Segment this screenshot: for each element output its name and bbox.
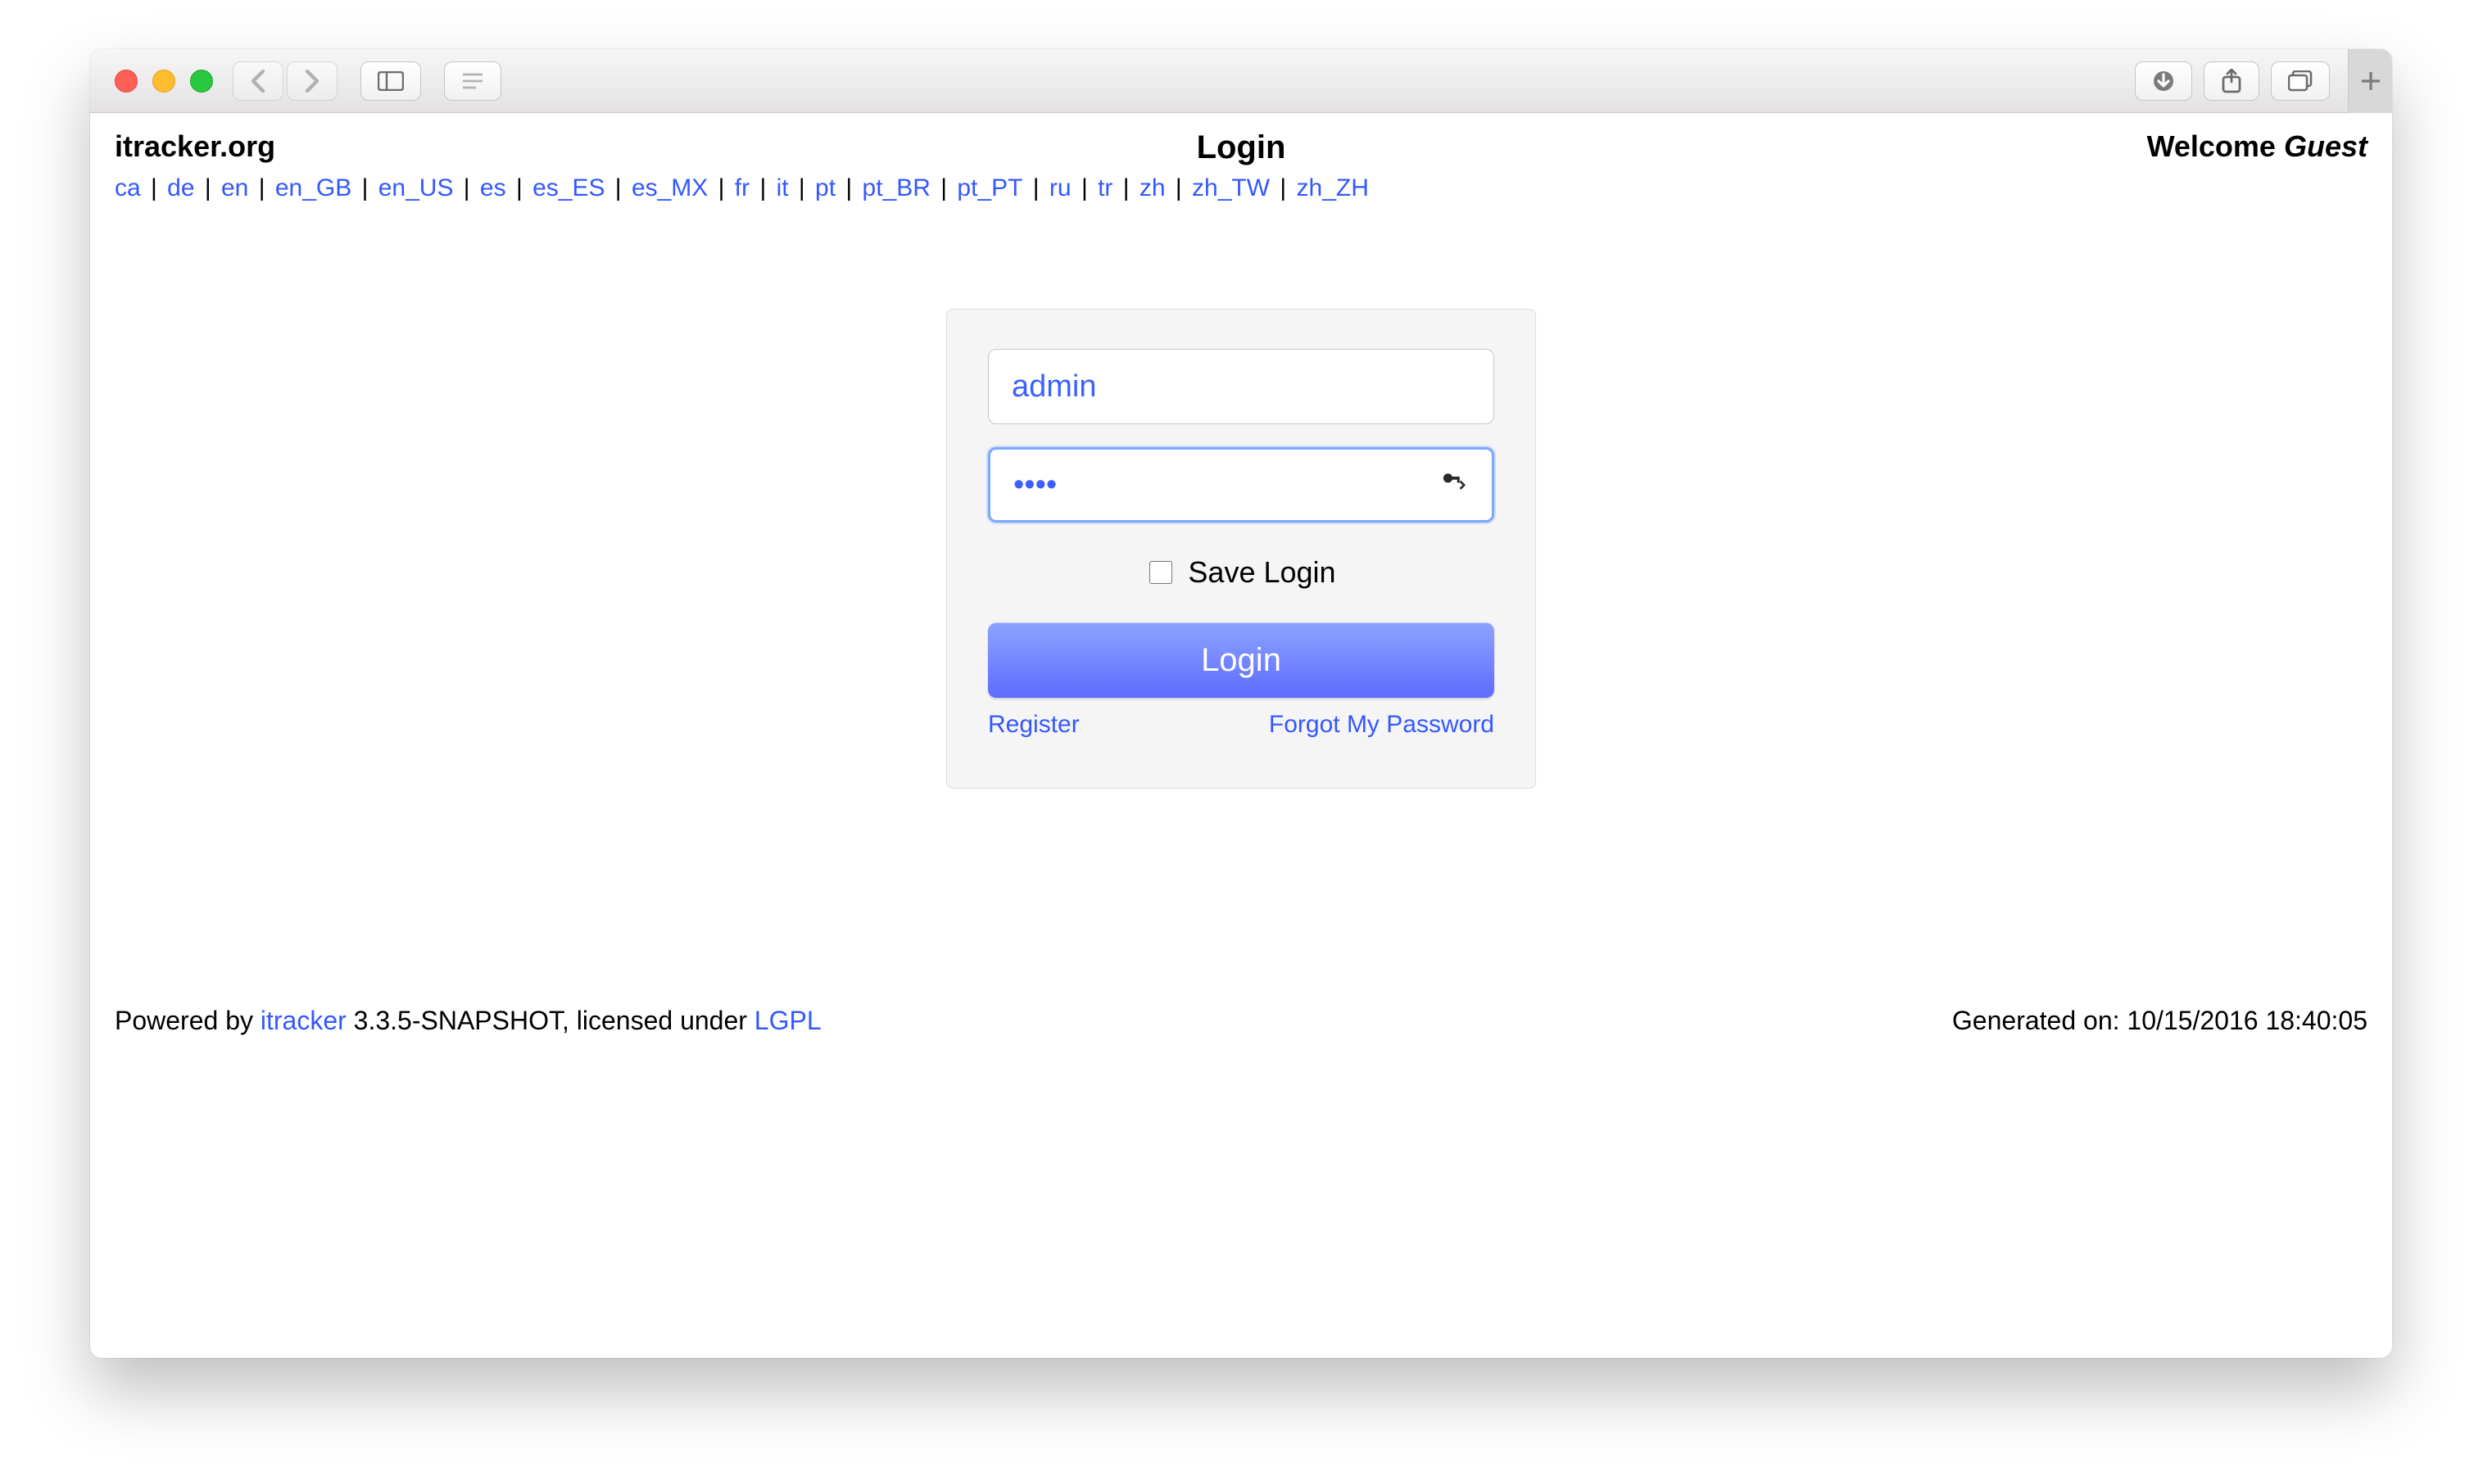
share-icon	[2221, 69, 2242, 93]
toolbar-right	[2135, 49, 2381, 113]
password-wrap	[988, 447, 1494, 523]
locale-link-es_ES[interactable]: es_ES	[532, 174, 605, 201]
password-key-icon[interactable]	[1442, 472, 1466, 499]
locale-link-it[interactable]: it	[777, 174, 789, 201]
forgot-password-link[interactable]: Forgot My Password	[1269, 711, 1494, 739]
header-row: itracker.org Login Welcome Guest	[115, 129, 2368, 166]
locale-sep: |	[1270, 174, 1296, 201]
locale-link-fr[interactable]: fr	[735, 174, 750, 201]
locale-sep: |	[931, 174, 957, 201]
page-title: Login	[606, 129, 1876, 166]
locale-sep: |	[1166, 174, 1192, 201]
window-controls	[102, 70, 221, 93]
sidebar-toggle-button[interactable]	[360, 61, 421, 101]
download-icon	[2152, 70, 2175, 93]
save-login-label[interactable]: Save Login	[1188, 555, 1335, 590]
locale-link-ca[interactable]: ca	[115, 174, 141, 201]
app-link[interactable]: itracker	[261, 1006, 347, 1035]
login-card: Save Login Login Register Forgot My Pass…	[946, 309, 1536, 789]
locale-link-pt[interactable]: pt	[815, 174, 836, 201]
page-content: itracker.org Login Welcome Guest ca | de…	[90, 113, 2392, 1358]
locale-sep: |	[1112, 174, 1139, 201]
locale-sep: |	[750, 174, 776, 201]
save-login-row: Save Login	[988, 555, 1494, 590]
locale-sep: |	[248, 174, 274, 201]
footer: Powered by itracker 3.3.5-SNAPSHOT, lice…	[115, 1006, 2368, 1036]
locale-sep: |	[351, 174, 378, 201]
license-link[interactable]: LGPL	[754, 1006, 822, 1035]
locale-link-en_US[interactable]: en_US	[378, 174, 454, 201]
login-links: Register Forgot My Password	[988, 711, 1494, 739]
version-text: 3.3.5-SNAPSHOT, licensed under	[347, 1006, 754, 1035]
locale-link-es[interactable]: es	[480, 174, 506, 201]
save-login-checkbox[interactable]	[1149, 561, 1172, 584]
locale-switcher: ca | de | en | en_GB | en_US | es | es_E…	[115, 174, 2368, 202]
register-link[interactable]: Register	[988, 711, 1080, 739]
locale-link-pt_BR[interactable]: pt_BR	[863, 174, 931, 201]
footer-left: Powered by itracker 3.3.5-SNAPSHOT, lice…	[115, 1006, 822, 1036]
close-window-icon[interactable]	[115, 70, 138, 93]
locale-link-zh_TW[interactable]: zh_TW	[1192, 174, 1270, 201]
locale-sep: |	[453, 174, 479, 201]
locale-link-es_MX[interactable]: es_MX	[632, 174, 708, 201]
locale-link-pt_PT[interactable]: pt_PT	[957, 174, 1022, 201]
reader-icon	[461, 71, 484, 91]
welcome-text: Welcome Guest	[1876, 129, 2368, 164]
locale-sep: |	[141, 174, 167, 201]
locale-link-en_GB[interactable]: en_GB	[275, 174, 351, 201]
site-title: itracker.org	[115, 129, 606, 164]
share-button[interactable]	[2204, 61, 2259, 101]
back-button[interactable]	[233, 61, 283, 101]
tabs-icon	[2288, 70, 2313, 92]
new-tab-button[interactable]	[2348, 49, 2392, 114]
locale-link-zh_ZH[interactable]: zh_ZH	[1297, 174, 1369, 201]
titlebar	[90, 49, 2392, 113]
welcome-prefix: Welcome	[2147, 129, 2284, 163]
plus-icon	[2360, 70, 2381, 92]
generated-prefix: Generated on:	[1952, 1006, 2127, 1035]
locale-sep: |	[708, 174, 734, 201]
locale-sep: |	[605, 174, 631, 201]
nav-buttons	[233, 61, 338, 101]
locale-sep: |	[195, 174, 221, 201]
locale-link-zh[interactable]: zh	[1140, 174, 1166, 201]
password-input[interactable]	[988, 447, 1494, 523]
minimize-window-icon[interactable]	[152, 70, 175, 93]
zoom-window-icon[interactable]	[190, 70, 213, 93]
locale-link-tr[interactable]: tr	[1098, 174, 1112, 201]
forward-button[interactable]	[287, 61, 338, 101]
locale-sep: |	[836, 174, 862, 201]
locale-sep: |	[1072, 174, 1098, 201]
locale-link-de[interactable]: de	[167, 174, 194, 201]
powered-prefix: Powered by	[115, 1006, 261, 1035]
sidebar-icon	[378, 71, 404, 91]
locale-link-ru[interactable]: ru	[1049, 174, 1072, 201]
username-input[interactable]	[988, 349, 1494, 424]
browser-window: itracker.org Login Welcome Guest ca | de…	[90, 49, 2392, 1358]
chevron-right-icon	[304, 70, 320, 93]
chevron-left-icon	[250, 70, 266, 93]
locale-link-en[interactable]: en	[221, 174, 248, 201]
footer-right: Generated on: 10/15/2016 18:40:05	[1952, 1006, 2368, 1036]
tabs-button[interactable]	[2271, 61, 2330, 101]
welcome-user: Guest	[2284, 129, 2368, 163]
generated-ts: 10/15/2016 18:40:05	[2127, 1006, 2368, 1035]
reader-button[interactable]	[444, 61, 501, 101]
locale-sep: |	[1022, 174, 1049, 201]
login-button[interactable]: Login	[988, 622, 1494, 698]
locale-sep: |	[789, 174, 815, 201]
locale-sep: |	[506, 174, 532, 201]
downloads-button[interactable]	[2135, 61, 2192, 101]
